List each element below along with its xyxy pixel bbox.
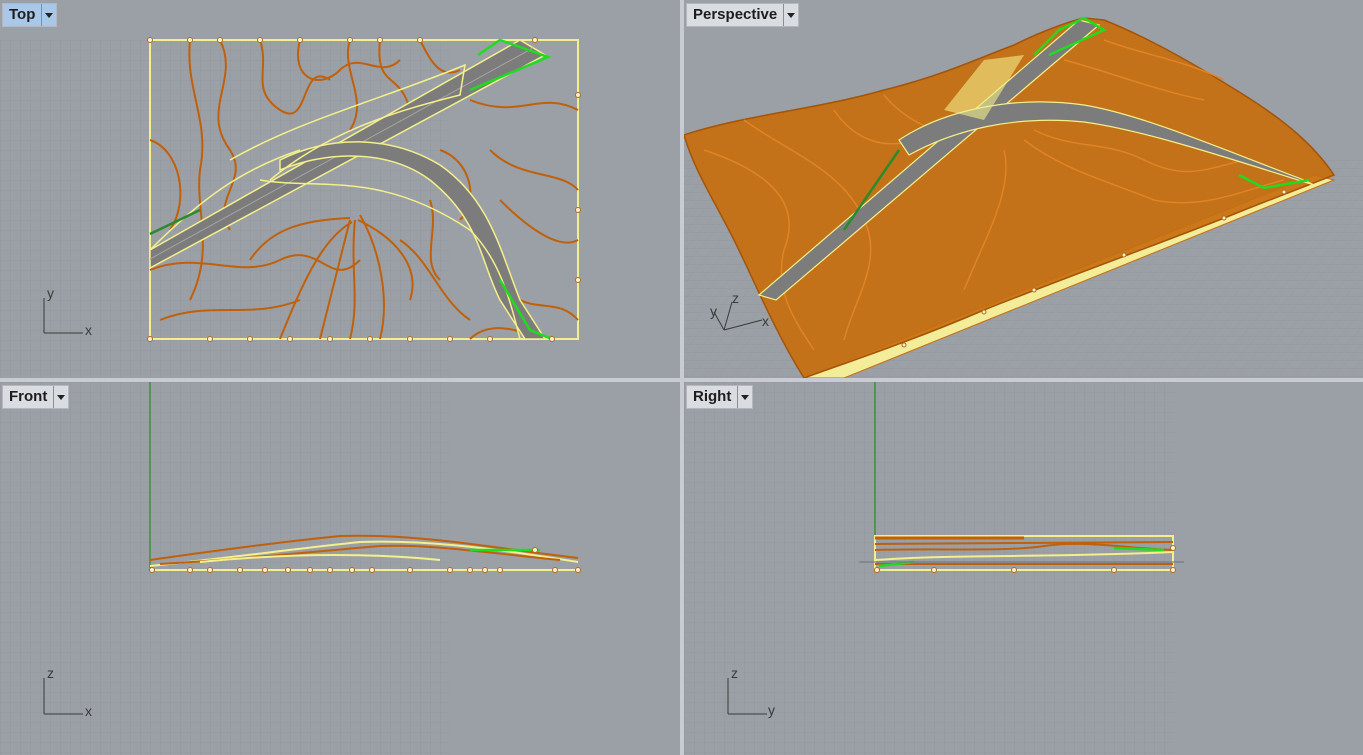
axis-label-y: y <box>768 702 775 718</box>
perspective-view-canvas[interactable]: z y x <box>684 0 1363 378</box>
axis-label-x: x <box>85 322 92 338</box>
viewport-tab-perspective[interactable]: Perspective <box>686 3 800 27</box>
chevron-down-icon[interactable] <box>41 4 56 26</box>
axis-label-y: y <box>47 285 54 301</box>
front-view-canvas[interactable]: z x <box>0 382 680 755</box>
viewport-front[interactable]: z x Front <box>0 382 680 755</box>
chevron-down-icon[interactable] <box>53 386 68 408</box>
viewport-title: Front <box>9 388 48 405</box>
top-view-canvas[interactable]: y x <box>0 0 680 378</box>
chevron-down-icon[interactable] <box>737 386 752 408</box>
viewport-title: Perspective <box>693 6 778 23</box>
viewport-top[interactable]: y x Top <box>0 0 680 378</box>
viewport-tab-right[interactable]: Right <box>686 385 754 409</box>
construction-grid <box>684 382 1174 755</box>
axis-label-y: y <box>710 303 717 319</box>
axis-label-z: z <box>47 665 54 681</box>
viewport-tab-top[interactable]: Top <box>2 3 58 27</box>
viewport-perspective[interactable]: z y x Perspective <box>684 0 1363 378</box>
axis-label-z: z <box>731 665 738 681</box>
viewport-tab-front[interactable]: Front <box>2 385 70 409</box>
viewport-title: Top <box>9 6 36 23</box>
axis-label-z: z <box>732 290 739 306</box>
right-view-canvas[interactable]: z y <box>684 382 1363 755</box>
axis-label-x: x <box>762 313 769 329</box>
viewport-right[interactable]: z y Right <box>684 382 1363 755</box>
construction-grid <box>0 382 450 755</box>
chevron-down-icon[interactable] <box>783 4 798 26</box>
axis-label-x: x <box>85 703 92 719</box>
viewport-title: Right <box>693 388 732 405</box>
